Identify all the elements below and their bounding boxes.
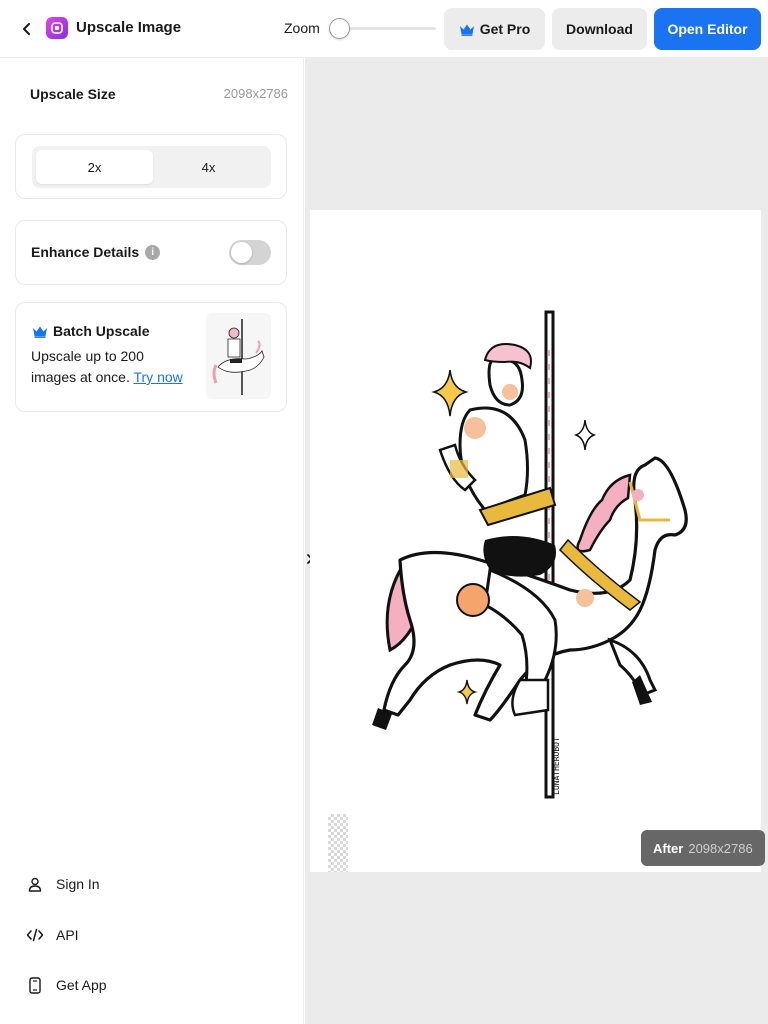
code-icon <box>26 926 44 944</box>
enhance-card: Enhance Details i <box>15 220 287 285</box>
nav-get-app-label: Get App <box>56 977 107 993</box>
artist-signature: LUNATHEROBOT <box>552 737 561 795</box>
zoom-label: Zoom <box>284 20 320 36</box>
enhance-details-label: Enhance Details <box>31 244 140 260</box>
nav-sign-in-label: Sign In <box>56 876 100 892</box>
toggle-knob <box>231 242 252 263</box>
batch-upscale-card: Batch Upscale Upscale up to 200 images a… <box>15 302 287 412</box>
info-icon[interactable]: i <box>145 244 161 260</box>
scale-segmented-control: 2x 4x <box>32 146 271 188</box>
upscale-size-value: 2098x2786 <box>223 86 288 101</box>
upscale-size-row: Upscale Size 2098x2786 <box>30 86 288 106</box>
enhance-details-toggle[interactable] <box>229 240 271 265</box>
zoom-slider-thumb[interactable] <box>328 18 350 39</box>
user-icon <box>26 875 44 893</box>
page-title: Upscale Image <box>76 19 182 36</box>
preview-canvas: LUNATHEROBOT After 2098x2786 <box>305 58 768 1024</box>
chevron-left-icon <box>23 23 30 35</box>
batch-upscale-title-text: Batch Upscale <box>53 323 150 339</box>
download-button[interactable]: Download <box>552 8 647 50</box>
crown-icon <box>459 23 475 36</box>
batch-thumbnail-image <box>206 313 271 399</box>
batch-upscale-title: Batch Upscale <box>32 323 149 339</box>
upscale-size-label: Upscale Size <box>30 86 116 102</box>
enhance-details-row: Enhance Details i <box>31 244 161 260</box>
crown-icon <box>32 325 48 338</box>
carousel-horse-artwork: LUNATHEROBOT <box>372 310 688 799</box>
upscaled-image-preview[interactable]: LUNATHEROBOT <box>310 210 761 872</box>
scale-card: 2x 4x <box>15 134 287 199</box>
scale-option-4x[interactable]: 4x <box>150 150 267 184</box>
try-now-link[interactable]: Try now <box>133 369 182 385</box>
after-size-badge: After 2098x2786 <box>641 830 765 866</box>
sidebar: Upscale Size 2098x2786 2x 4x Enhance Det… <box>0 58 304 1024</box>
scale-option-2x[interactable]: 2x <box>36 150 153 184</box>
nav-api[interactable]: API <box>26 923 79 947</box>
top-bar: Upscale Image Zoom Get Pro Download Open… <box>0 0 768 58</box>
nav-api-label: API <box>56 927 79 943</box>
get-pro-label: Get Pro <box>479 21 531 37</box>
back-button[interactable] <box>14 16 40 42</box>
nav-sign-in[interactable]: Sign In <box>26 872 100 896</box>
app-logo-icon <box>46 17 68 39</box>
transparency-checker <box>328 814 348 872</box>
batch-description-text: Upscale up to 200 images at once. <box>31 348 144 385</box>
get-pro-button[interactable]: Get Pro <box>444 8 545 50</box>
after-size: 2098x2786 <box>688 840 753 856</box>
nav-get-app[interactable]: Get App <box>26 973 107 997</box>
batch-upscale-description: Upscale up to 200 images at once. Try no… <box>31 346 191 388</box>
phone-icon <box>26 976 44 994</box>
after-label: After <box>653 840 684 856</box>
open-editor-button[interactable]: Open Editor <box>654 8 761 50</box>
